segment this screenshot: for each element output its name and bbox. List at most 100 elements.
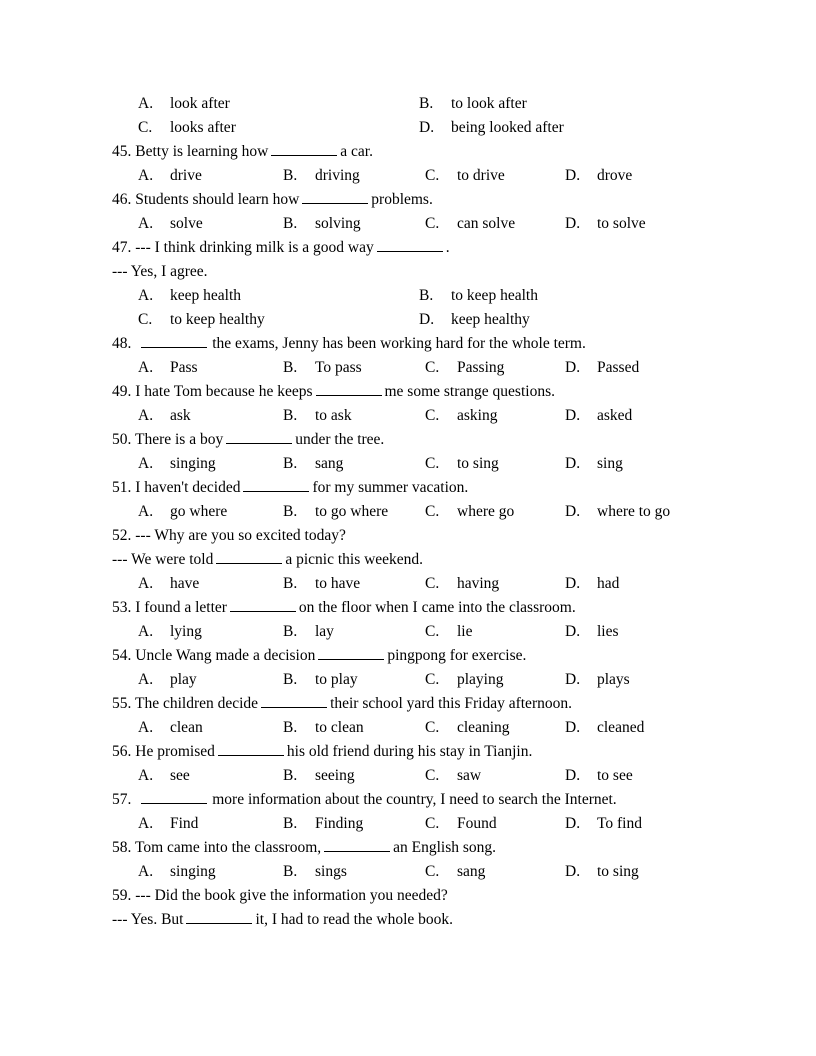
answer-blank[interactable]	[186, 909, 253, 924]
option-label: C.	[138, 119, 153, 136]
option-text: to play	[315, 671, 358, 688]
answer-blank[interactable]	[243, 477, 310, 492]
option-a[interactable]: A. Pass	[138, 356, 198, 380]
option-a[interactable]: A. singing	[138, 452, 216, 476]
option-c[interactable]: C. playing	[425, 668, 504, 692]
option-label: A.	[138, 719, 154, 736]
option-c[interactable]: C. Passing	[425, 356, 504, 380]
option-d[interactable]: D. had	[565, 572, 619, 596]
option-label: A.	[138, 167, 154, 184]
answer-blank[interactable]	[318, 645, 385, 660]
option-text: Passed	[597, 359, 640, 376]
option-c[interactable]: C. to keep healthy	[138, 308, 265, 332]
answer-blank[interactable]	[261, 693, 328, 708]
option-c[interactable]: C. lie	[425, 620, 473, 644]
option-d[interactable]: D. lies	[565, 620, 619, 644]
option-label: C.	[425, 719, 440, 736]
option-label: D.	[565, 167, 581, 184]
option-row: A. clean B. to clean C. cleaning D. cleaned	[108, 716, 748, 740]
option-row: A. solve B. solving C. can solve D. to solve	[108, 212, 748, 236]
option-text: sang	[457, 863, 486, 880]
option-b[interactable]: B. to play	[283, 668, 358, 692]
option-a[interactable]: A. singing	[138, 860, 216, 884]
option-a[interactable]: A. drive	[138, 164, 202, 188]
answer-blank[interactable]	[302, 189, 369, 204]
option-label: D.	[565, 719, 581, 736]
answer-blank[interactable]	[216, 549, 283, 564]
option-label: D.	[565, 863, 581, 880]
option-a[interactable]: A. keep health	[138, 284, 241, 308]
option-b[interactable]: B. sang	[283, 452, 343, 476]
option-b[interactable]: B. sings	[283, 860, 347, 884]
option-c[interactable]: C. having	[425, 572, 499, 596]
option-c[interactable]: C. where go	[425, 500, 514, 524]
option-a[interactable]: A. have	[138, 572, 199, 596]
answer-blank[interactable]	[324, 837, 391, 852]
option-text: sing	[597, 455, 623, 472]
answer-blank[interactable]	[141, 333, 208, 348]
option-d[interactable]: D. sing	[565, 452, 623, 476]
stem-post-text: for my summer vacation.	[312, 479, 469, 496]
answer-blank[interactable]	[217, 741, 284, 756]
option-a[interactable]: A. look after	[138, 92, 230, 116]
question-line: 54. Uncle Wang made a decision pingpong f…	[108, 644, 748, 668]
option-a[interactable]: A. solve	[138, 212, 203, 236]
option-d[interactable]: D. to see	[565, 764, 633, 788]
option-c[interactable]: C. sang	[425, 860, 485, 884]
answer-blank[interactable]	[315, 381, 382, 396]
option-c[interactable]: C. looks after	[138, 116, 236, 140]
option-a[interactable]: A. ask	[138, 404, 191, 428]
option-d[interactable]: D. To find	[565, 812, 642, 836]
question-line: 52. --- Why are you so excited today?	[108, 524, 748, 548]
option-d[interactable]: D. keep healthy	[419, 308, 530, 332]
option-b[interactable]: B. Finding	[283, 812, 363, 836]
option-a[interactable]: A. Find	[138, 812, 198, 836]
option-c[interactable]: C. cleaning	[425, 716, 510, 740]
option-d[interactable]: D. Passed	[565, 356, 639, 380]
option-label: C.	[425, 359, 440, 376]
option-c[interactable]: C. to drive	[425, 164, 505, 188]
option-d[interactable]: D. plays	[565, 668, 630, 692]
option-b[interactable]: B. seeing	[283, 764, 355, 788]
option-b[interactable]: B. to look after	[419, 92, 527, 116]
option-a[interactable]: A. play	[138, 668, 197, 692]
option-text: asked	[597, 407, 633, 424]
option-text: Pass	[170, 359, 198, 376]
option-b[interactable]: B. To pass	[283, 356, 362, 380]
option-c[interactable]: C. to sing	[425, 452, 499, 476]
option-b[interactable]: B. to have	[283, 572, 360, 596]
option-b[interactable]: B. solving	[283, 212, 361, 236]
option-row: A. drive B. driving C. to drive D. drove	[108, 164, 748, 188]
option-b[interactable]: B. lay	[283, 620, 334, 644]
option-c[interactable]: C. Found	[425, 812, 497, 836]
option-c[interactable]: C. asking	[425, 404, 497, 428]
option-b[interactable]: B. to go where	[283, 500, 388, 524]
option-b[interactable]: B. driving	[283, 164, 360, 188]
option-d[interactable]: D. to sing	[565, 860, 639, 884]
option-c[interactable]: C. can solve	[425, 212, 515, 236]
option-text: being looked after	[451, 119, 564, 136]
option-d[interactable]: D. cleaned	[565, 716, 644, 740]
option-a[interactable]: A. go where	[138, 500, 227, 524]
option-b[interactable]: B. to ask	[283, 404, 352, 428]
option-a[interactable]: A. clean	[138, 716, 203, 740]
answer-blank[interactable]	[376, 237, 443, 252]
option-c[interactable]: C. saw	[425, 764, 481, 788]
answer-blank[interactable]	[271, 141, 338, 156]
option-d[interactable]: D. being looked after	[419, 116, 564, 140]
answer-blank[interactable]	[141, 789, 208, 804]
option-text: where go	[457, 503, 515, 520]
option-b[interactable]: B. to clean	[283, 716, 364, 740]
option-a[interactable]: A. lying	[138, 620, 202, 644]
option-d[interactable]: D. drove	[565, 164, 632, 188]
answer-blank[interactable]	[226, 429, 293, 444]
option-d[interactable]: D. asked	[565, 404, 632, 428]
question-line: 50. There is a boy under the tree.	[108, 428, 748, 452]
option-b[interactable]: B. to keep health	[419, 284, 538, 308]
option-label: A.	[138, 863, 154, 880]
option-a[interactable]: A. see	[138, 764, 190, 788]
option-d[interactable]: D. to solve	[565, 212, 646, 236]
answer-blank[interactable]	[229, 597, 296, 612]
question-number: 59.	[112, 887, 132, 904]
option-d[interactable]: D. where to go	[565, 500, 670, 524]
